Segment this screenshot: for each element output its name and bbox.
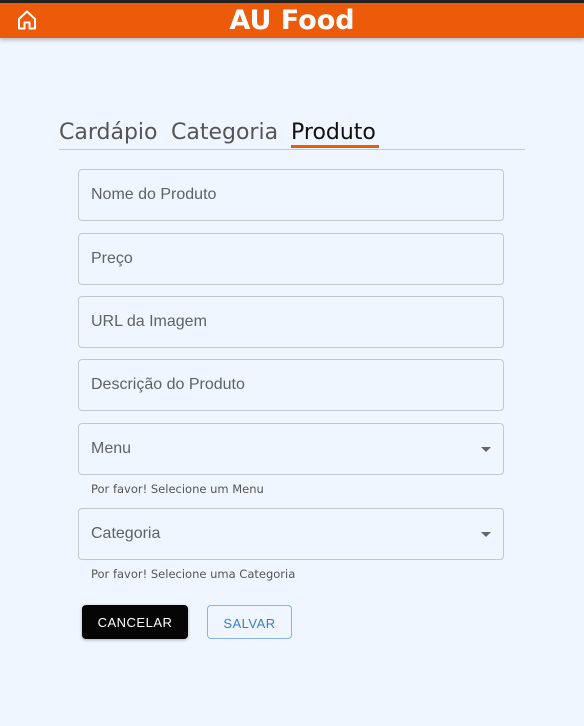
tab-produto[interactable]: Produto — [291, 120, 376, 145]
menu-select[interactable]: Menu — [78, 423, 504, 475]
image-url-field — [78, 296, 504, 348]
category-select[interactable]: Categoria — [78, 508, 504, 560]
category-select-label: Categoria — [91, 525, 161, 542]
tab-cardapio[interactable]: Cardápio — [59, 120, 157, 145]
product-name-field — [78, 169, 504, 221]
app-bar: AU Food — [0, 3, 584, 38]
dropdown-arrow-icon — [481, 447, 491, 452]
save-button[interactable]: SALVAR — [207, 605, 292, 639]
active-tab-indicator — [291, 145, 379, 148]
tab-categoria[interactable]: Categoria — [171, 120, 278, 145]
price-field — [78, 233, 504, 285]
menu-helper-text: Por favor! Selecione um Menu — [91, 482, 264, 496]
description-input[interactable] — [79, 360, 503, 410]
dropdown-arrow-icon — [481, 532, 491, 537]
menu-select-label: Menu — [91, 440, 132, 457]
category-helper-text: Por favor! Selecione uma Categoria — [91, 567, 296, 581]
description-field — [78, 359, 504, 411]
image-url-input[interactable] — [79, 297, 503, 347]
product-name-input[interactable] — [79, 170, 503, 220]
cancel-button[interactable]: CANCELAR — [82, 605, 188, 639]
tab-bar: Cardápio Categoria Produto — [59, 117, 525, 150]
app-title: AU Food — [229, 5, 355, 36]
price-input[interactable] — [79, 234, 503, 284]
